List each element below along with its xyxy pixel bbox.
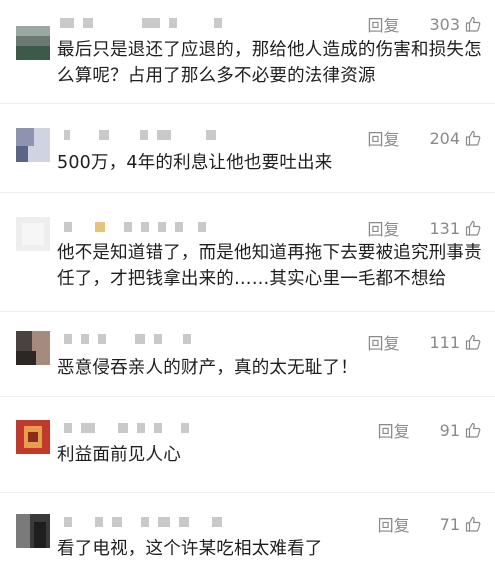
thumbs-up-icon (465, 422, 481, 438)
like-button[interactable]: 111 (429, 333, 481, 352)
comment-text: 利益面前见人心 (57, 445, 181, 465)
like-button[interactable]: 303 (429, 15, 481, 34)
divider (0, 396, 495, 397)
divider (0, 192, 495, 193)
avatar[interactable] (16, 514, 50, 548)
divider (0, 103, 495, 104)
reply-button[interactable]: 回复 (378, 418, 410, 442)
like-count: 111 (429, 332, 460, 352)
thumbs-up-icon (465, 516, 481, 532)
comment-text: 最后只是退还了应退的，那给他人造成的伤害和损失怎么算呢？占用了那么多不必要的法律… (57, 40, 482, 86)
avatar[interactable] (16, 217, 50, 251)
divider (0, 311, 495, 312)
comment-actions: 回复 303 (367, 12, 481, 36)
comment-actions: 回复 204 (367, 126, 481, 150)
comment-text: 他不是知道错了，而是他知道再拖下去要被追究刑事责任了，才把钱拿出来的……其实心里… (57, 243, 482, 289)
reply-button[interactable]: 回复 (367, 330, 399, 354)
comment-text: 500万，4年的利息让他也要吐出来 (57, 153, 333, 173)
reply-button[interactable]: 回复 (378, 512, 410, 536)
comment-actions: 回复 111 (367, 330, 481, 354)
reply-button[interactable]: 回复 (367, 12, 399, 36)
username-redacted[interactable] (64, 421, 189, 435)
like-button[interactable]: 204 (429, 129, 481, 148)
avatar[interactable] (16, 26, 50, 60)
comment-actions: 回复 131 (367, 216, 481, 240)
like-button[interactable]: 91 (440, 421, 481, 440)
username-redacted[interactable] (64, 220, 206, 234)
thumbs-up-icon (465, 334, 481, 350)
avatar[interactable] (16, 331, 50, 365)
comment-text: 恶意侵吞亲人的财产，真的太无耻了！ (57, 358, 358, 378)
username-redacted[interactable] (64, 128, 216, 142)
thumbs-up-icon (465, 16, 481, 32)
comment-actions: 回复 91 (378, 418, 481, 442)
thumbs-up-icon (465, 130, 481, 146)
like-count: 131 (429, 218, 460, 238)
like-button[interactable]: 71 (440, 515, 481, 534)
like-button[interactable]: 131 (429, 219, 481, 238)
divider (0, 492, 495, 493)
avatar[interactable] (16, 420, 50, 454)
reply-button[interactable]: 回复 (367, 126, 399, 150)
avatar[interactable] (16, 128, 50, 162)
comment-actions: 回复 71 (378, 512, 481, 536)
like-count: 91 (439, 420, 460, 440)
username-redacted[interactable] (64, 515, 222, 529)
comment-list: 回复 303 最后只是退还了应退的，那给他人造成的伤害和损失怎么算呢？占用了那么… (0, 0, 495, 568)
thumbs-up-icon (465, 220, 481, 236)
reply-button[interactable]: 回复 (367, 216, 399, 240)
username-redacted[interactable] (60, 16, 222, 30)
like-count: 71 (439, 514, 460, 534)
comment-text: 看了电视，这个许某吃相太难看了 (57, 539, 323, 559)
like-count: 204 (429, 128, 460, 148)
like-count: 303 (429, 14, 460, 34)
username-redacted[interactable] (64, 332, 191, 346)
